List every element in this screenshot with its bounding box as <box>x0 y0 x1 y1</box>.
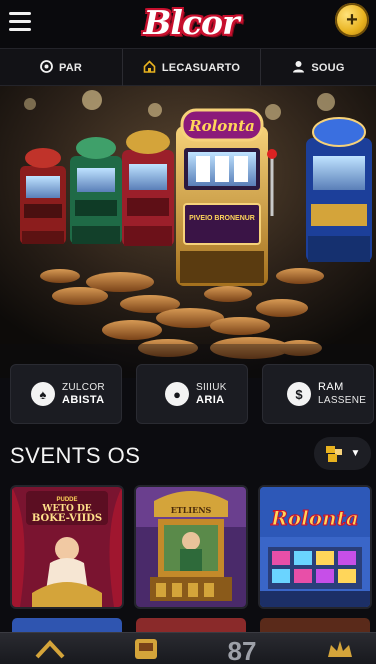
nav-item-soug[interactable]: SOUG <box>261 49 376 87</box>
bottom-nav-home[interactable] <box>30 637 70 664</box>
home-icon <box>35 640 65 659</box>
quick-action-line1: ZULCOR <box>62 382 105 393</box>
game-title: Rolonta <box>270 506 359 530</box>
nav-label-soug: SOUG <box>311 62 345 74</box>
brand-logo[interactable]: Blcor <box>143 2 240 44</box>
home-icon <box>143 60 156 76</box>
game-title: ETLIENS <box>171 505 212 515</box>
logo-text: Blcor <box>143 3 240 42</box>
bottom-nav-profile[interactable] <box>320 637 360 664</box>
hamburger-menu-icon[interactable] <box>9 12 31 32</box>
quick-action-aria[interactable]: ● SIIIUK ARIA <box>136 364 248 424</box>
bottom-navigation: 87 <box>0 632 376 664</box>
quick-action-lassene[interactable]: $ RAM LASSENE <box>262 364 374 424</box>
nav-item-par[interactable]: PAR <box>0 49 123 87</box>
quick-action-line2: ARIA <box>196 394 225 406</box>
category-icon <box>325 445 343 463</box>
dollar-coin-icon: $ <box>287 382 311 406</box>
game-title: BOKE-VIIDS <box>32 513 102 524</box>
chevron-down-icon: ▼ <box>350 448 361 459</box>
slot-machine-crimson <box>122 130 174 246</box>
slot-machine-icon <box>135 639 157 659</box>
crown-icon <box>328 641 352 657</box>
hero-banner[interactable]: Rolonta PIVEIO BRONENUR <box>0 86 376 378</box>
user-icon <box>292 60 305 76</box>
game-title-small: PUDDE <box>56 497 77 503</box>
slot-machine-blue <box>306 117 372 262</box>
user-circle-icon: ● <box>165 382 189 406</box>
coin-icon: + <box>346 9 358 31</box>
bottom-nav-games[interactable] <box>126 637 166 664</box>
game-tile-boke-viids[interactable]: PUDDE WETO DE BOKE-VIIDS <box>10 485 124 609</box>
game-tile-etliens[interactable]: ETLIENS <box>134 485 248 609</box>
shield-icon <box>40 60 53 76</box>
nav-item-lecasuarto[interactable]: LECASUARTO <box>123 49 261 87</box>
slot-machine-red <box>20 148 66 244</box>
quick-action-line1: RAM <box>318 381 344 393</box>
quick-action-line2: ABISTA <box>62 394 105 406</box>
nav-label-par: PAR <box>58 62 82 74</box>
top-navigation: PAR LECASUARTO SOUG <box>0 48 376 87</box>
quick-action-abista[interactable]: ♠ ZULCOR ABISTA <box>10 364 122 424</box>
machine-sign-text: Rolonta <box>188 117 255 135</box>
quick-action-line2: LASSENE <box>318 395 367 406</box>
game-tile-rolonta[interactable]: Rolonta <box>258 485 372 609</box>
app-header: Blcor + <box>0 0 376 48</box>
machine-panel-text: PIVEIO BRONENUR <box>189 215 255 222</box>
slot-machine-main: Rolonta PIVEIO BRONENUR <box>176 108 277 286</box>
spade-icon: ♠ <box>31 382 55 406</box>
quick-action-line1: SIIIUK <box>196 382 227 393</box>
section-title: SVENTS OS <box>10 443 141 468</box>
bottom-nav-number: 87 <box>227 636 257 664</box>
quick-actions: ♠ ZULCOR ABISTA ● SIIIUK ARIA $ RAM LASS… <box>0 364 376 426</box>
nav-label-lecasuarto: LECASUARTO <box>161 62 241 74</box>
category-filter-button[interactable]: ▼ <box>314 437 371 470</box>
coin-wallet-button[interactable]: + <box>335 3 369 37</box>
bottom-nav-counter[interactable]: 87 <box>222 637 262 664</box>
